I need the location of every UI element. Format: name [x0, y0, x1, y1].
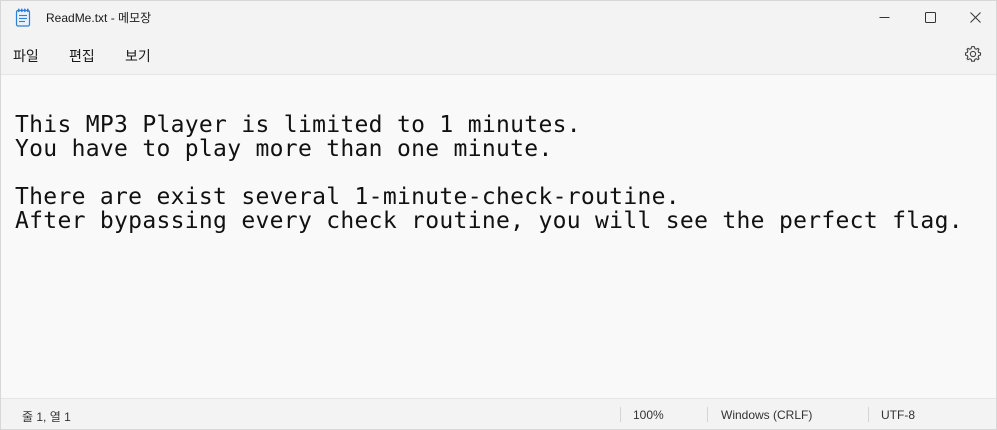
status-zoom[interactable]: 100% [633, 408, 664, 422]
status-divider [868, 407, 869, 422]
close-icon [969, 12, 981, 23]
maximize-icon [924, 12, 936, 23]
text-editor[interactable]: This MP3 Player is limited to 1 minutes.… [1, 75, 996, 400]
notepad-window: ReadMe.txt - 메모장 파일 편집 보기 This MP3 Playe… [0, 0, 997, 430]
menu-bar: 파일 편집 보기 [1, 34, 996, 75]
settings-button[interactable] [964, 45, 982, 63]
window-title: ReadMe.txt - 메모장 [46, 11, 152, 25]
editor-content[interactable]: This MP3 Player is limited to 1 minutes.… [15, 113, 963, 233]
status-divider [707, 407, 708, 422]
status-cursor-position: 줄 1, 열 1 [22, 410, 71, 424]
menu-file[interactable]: 파일 [13, 46, 39, 66]
maximize-button[interactable] [907, 1, 953, 34]
notepad-icon [15, 8, 31, 27]
minimize-icon [879, 12, 890, 23]
status-divider [620, 407, 621, 422]
status-encoding[interactable]: UTF-8 [881, 408, 915, 422]
minimize-button[interactable] [861, 1, 907, 34]
status-line-ending[interactable]: Windows (CRLF) [721, 408, 812, 422]
status-bar: 줄 1, 열 1 100% Windows (CRLF) UTF-8 [1, 398, 996, 429]
gear-icon [964, 45, 982, 67]
title-bar[interactable]: ReadMe.txt - 메모장 [1, 1, 996, 34]
close-button[interactable] [952, 1, 997, 34]
menu-edit[interactable]: 편집 [69, 46, 95, 66]
menu-view[interactable]: 보기 [125, 46, 151, 66]
